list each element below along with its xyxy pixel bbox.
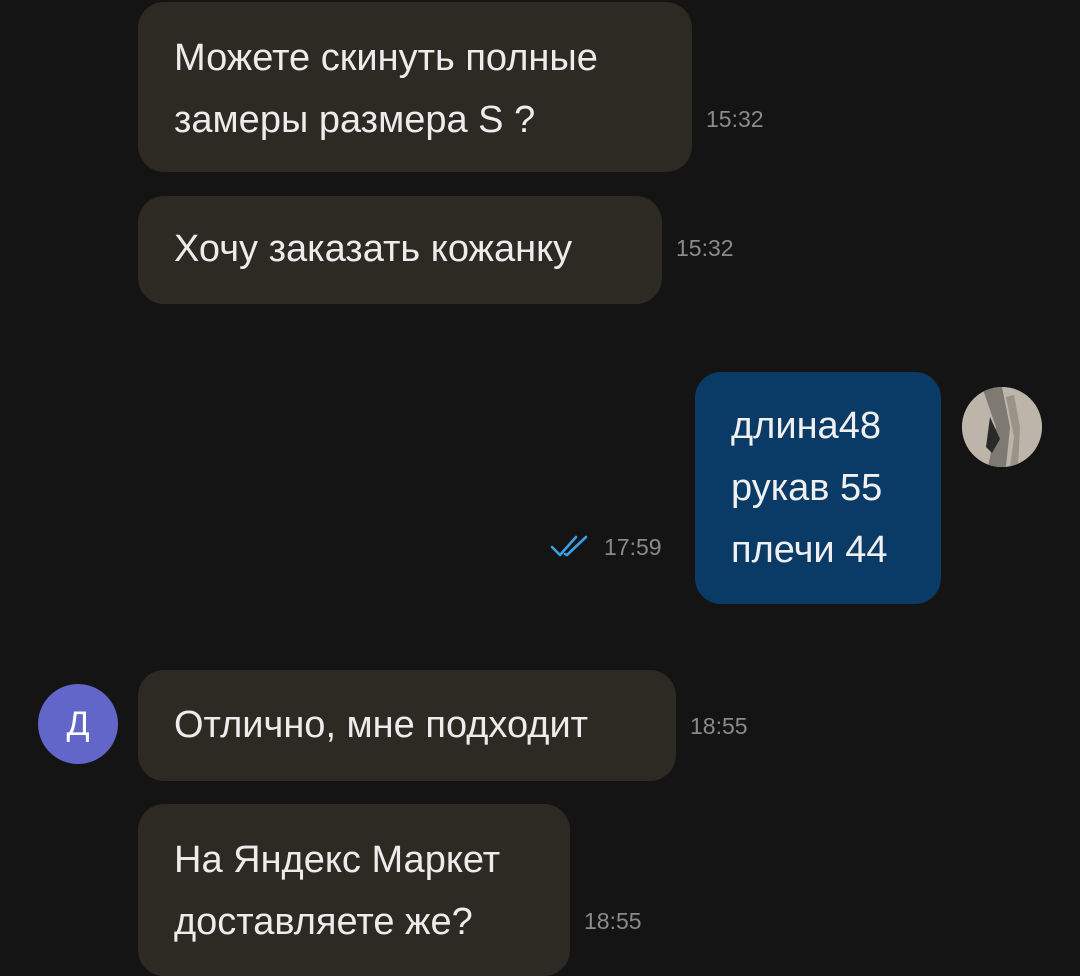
avatar-initial: Д bbox=[66, 704, 90, 743]
message-timestamp: 15:32 bbox=[676, 235, 734, 261]
message-bubble-incoming[interactable]: Можете скинуть полные замеры размера S ? bbox=[138, 2, 692, 172]
message-timestamp: 15:32 bbox=[706, 106, 764, 132]
message-bubble-outgoing[interactable]: длина48 рукав 55 плечи 44 bbox=[695, 372, 941, 604]
message-text-line: На Яндекс Маркет bbox=[174, 839, 501, 881]
message-text-line: рукав 55 bbox=[731, 467, 883, 509]
message-timestamp: 17:59 bbox=[604, 534, 662, 560]
message-text-line: длина48 bbox=[731, 405, 881, 447]
avatar-photo-icon bbox=[962, 387, 1042, 467]
message-bubble-incoming[interactable]: На Яндекс Маркет доставляете же? bbox=[138, 804, 570, 976]
message-text-line: плечи 44 bbox=[731, 529, 888, 571]
sender-avatar[interactable]: Д bbox=[38, 684, 118, 764]
message-timestamp: 18:55 bbox=[690, 713, 748, 739]
message-text-line: Можете скинуть полные bbox=[174, 37, 598, 79]
double-check-read-icon bbox=[550, 533, 592, 559]
message-timestamp: 18:55 bbox=[584, 908, 642, 934]
message-text-line: замеры размера S ? bbox=[174, 99, 536, 141]
message-text-line: Хочу заказать кожанку bbox=[174, 228, 573, 270]
user-photo-avatar[interactable] bbox=[962, 387, 1042, 467]
message-bubble-incoming[interactable]: Хочу заказать кожанку bbox=[138, 196, 662, 304]
message-bubble-incoming[interactable]: Отлично, мне подходит bbox=[138, 670, 676, 781]
message-text-line: доставляете же? bbox=[174, 901, 473, 943]
message-text-line: Отлично, мне подходит bbox=[174, 704, 589, 746]
